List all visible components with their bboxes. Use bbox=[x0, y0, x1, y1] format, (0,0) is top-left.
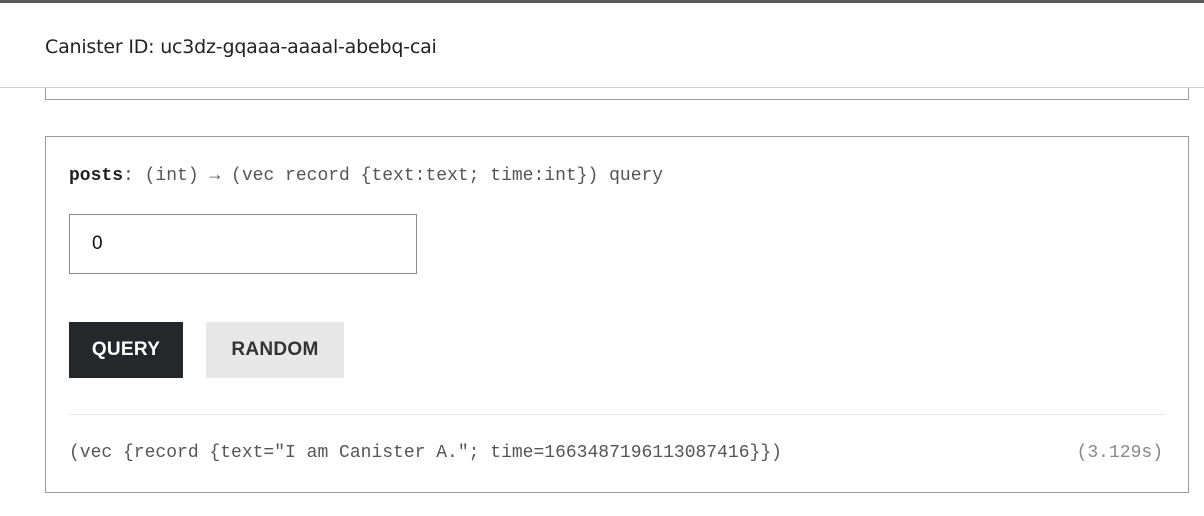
result-divider bbox=[69, 414, 1165, 415]
method-name: posts bbox=[69, 166, 124, 186]
int-argument-input[interactable] bbox=[69, 214, 417, 274]
canister-id-label: Canister ID: uc3dz-gqaaa-aaaal-abebq-cai bbox=[45, 36, 437, 58]
query-duration: (3.129s) bbox=[1076, 443, 1163, 463]
random-button[interactable]: RANDOM bbox=[206, 322, 344, 378]
method-signature: posts: (int) → (vec record {text:text; t… bbox=[69, 166, 663, 186]
method-card-posts: posts: (int) → (vec record {text:text; t… bbox=[45, 136, 1189, 493]
query-button[interactable]: QUERY bbox=[69, 322, 183, 378]
previous-method-card bbox=[45, 88, 1189, 100]
page-header: Canister ID: uc3dz-gqaaa-aaaal-abebq-cai bbox=[0, 3, 1204, 88]
query-result: (vec {record {text="I am Canister A."; t… bbox=[69, 443, 782, 463]
method-type-signature: : (int) → (vec record {text:text; time:i… bbox=[123, 166, 664, 186]
